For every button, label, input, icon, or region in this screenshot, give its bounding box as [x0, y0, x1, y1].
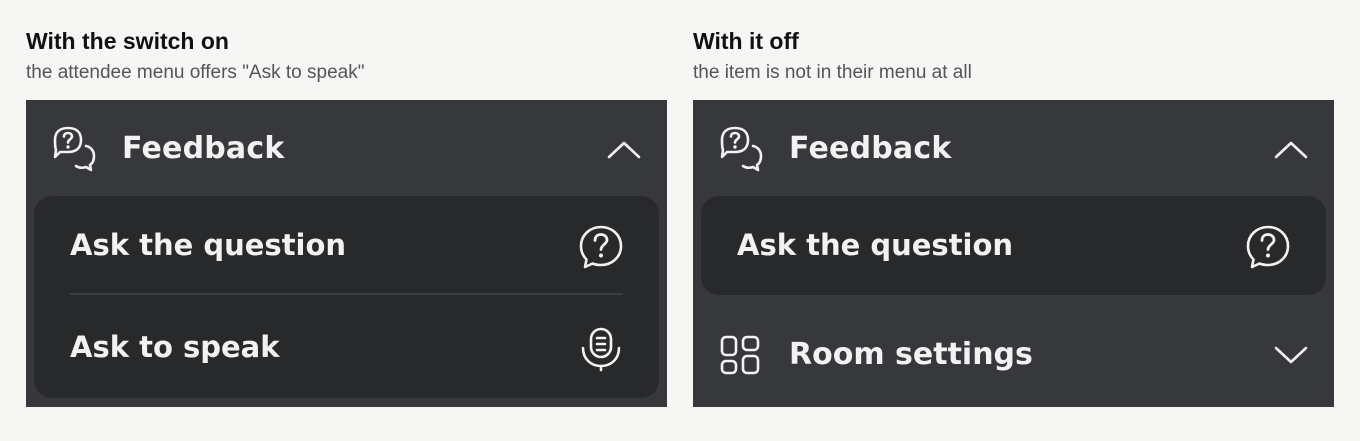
- menu-item-label: Ask the question: [70, 228, 347, 262]
- menu-item-label: Ask to speak: [70, 330, 280, 364]
- question-icon: [578, 224, 624, 270]
- caption-title: With it off: [693, 28, 799, 54]
- attendee-menu-panel: Feedback Ask the question: [693, 100, 1334, 407]
- caption-subtitle: the item is not in their menu at all: [693, 62, 972, 83]
- feedback-icon: [50, 126, 98, 172]
- feedback-icon: [717, 126, 765, 172]
- menu-item-ask-question[interactable]: Ask the question: [701, 196, 1326, 296]
- grid-icon: [719, 334, 761, 376]
- menu-item-ask-question[interactable]: Ask the question: [34, 196, 659, 296]
- chevron-up-icon[interactable]: [606, 138, 642, 160]
- chevron-up-icon[interactable]: [1273, 138, 1309, 160]
- feedback-section-label: Feedback: [789, 131, 952, 166]
- chevron-down-icon[interactable]: [1273, 344, 1309, 366]
- feedback-section-header[interactable]: Feedback: [26, 100, 667, 196]
- feedback-submenu: Ask the question: [701, 196, 1326, 295]
- menu-item-label: Ask the question: [737, 228, 1014, 262]
- menu-divider: [70, 293, 623, 295]
- room-settings-section-header[interactable]: Room settings: [693, 310, 1334, 407]
- caption-subtitle: the attendee menu offers "Ask to speak": [26, 62, 365, 83]
- caption-title: With the switch on: [26, 28, 229, 54]
- room-settings-label: Room settings: [789, 337, 1033, 372]
- feedback-section-label: Feedback: [122, 131, 285, 166]
- feedback-submenu: Ask the question Ask to speak: [34, 196, 659, 398]
- attendee-menu-panel: Feedback Ask the question: [26, 100, 667, 407]
- feedback-section-header[interactable]: Feedback: [693, 100, 1334, 196]
- microphone-icon: [578, 326, 624, 372]
- question-icon: [1245, 224, 1291, 270]
- menu-item-ask-to-speak[interactable]: Ask to speak: [34, 298, 659, 398]
